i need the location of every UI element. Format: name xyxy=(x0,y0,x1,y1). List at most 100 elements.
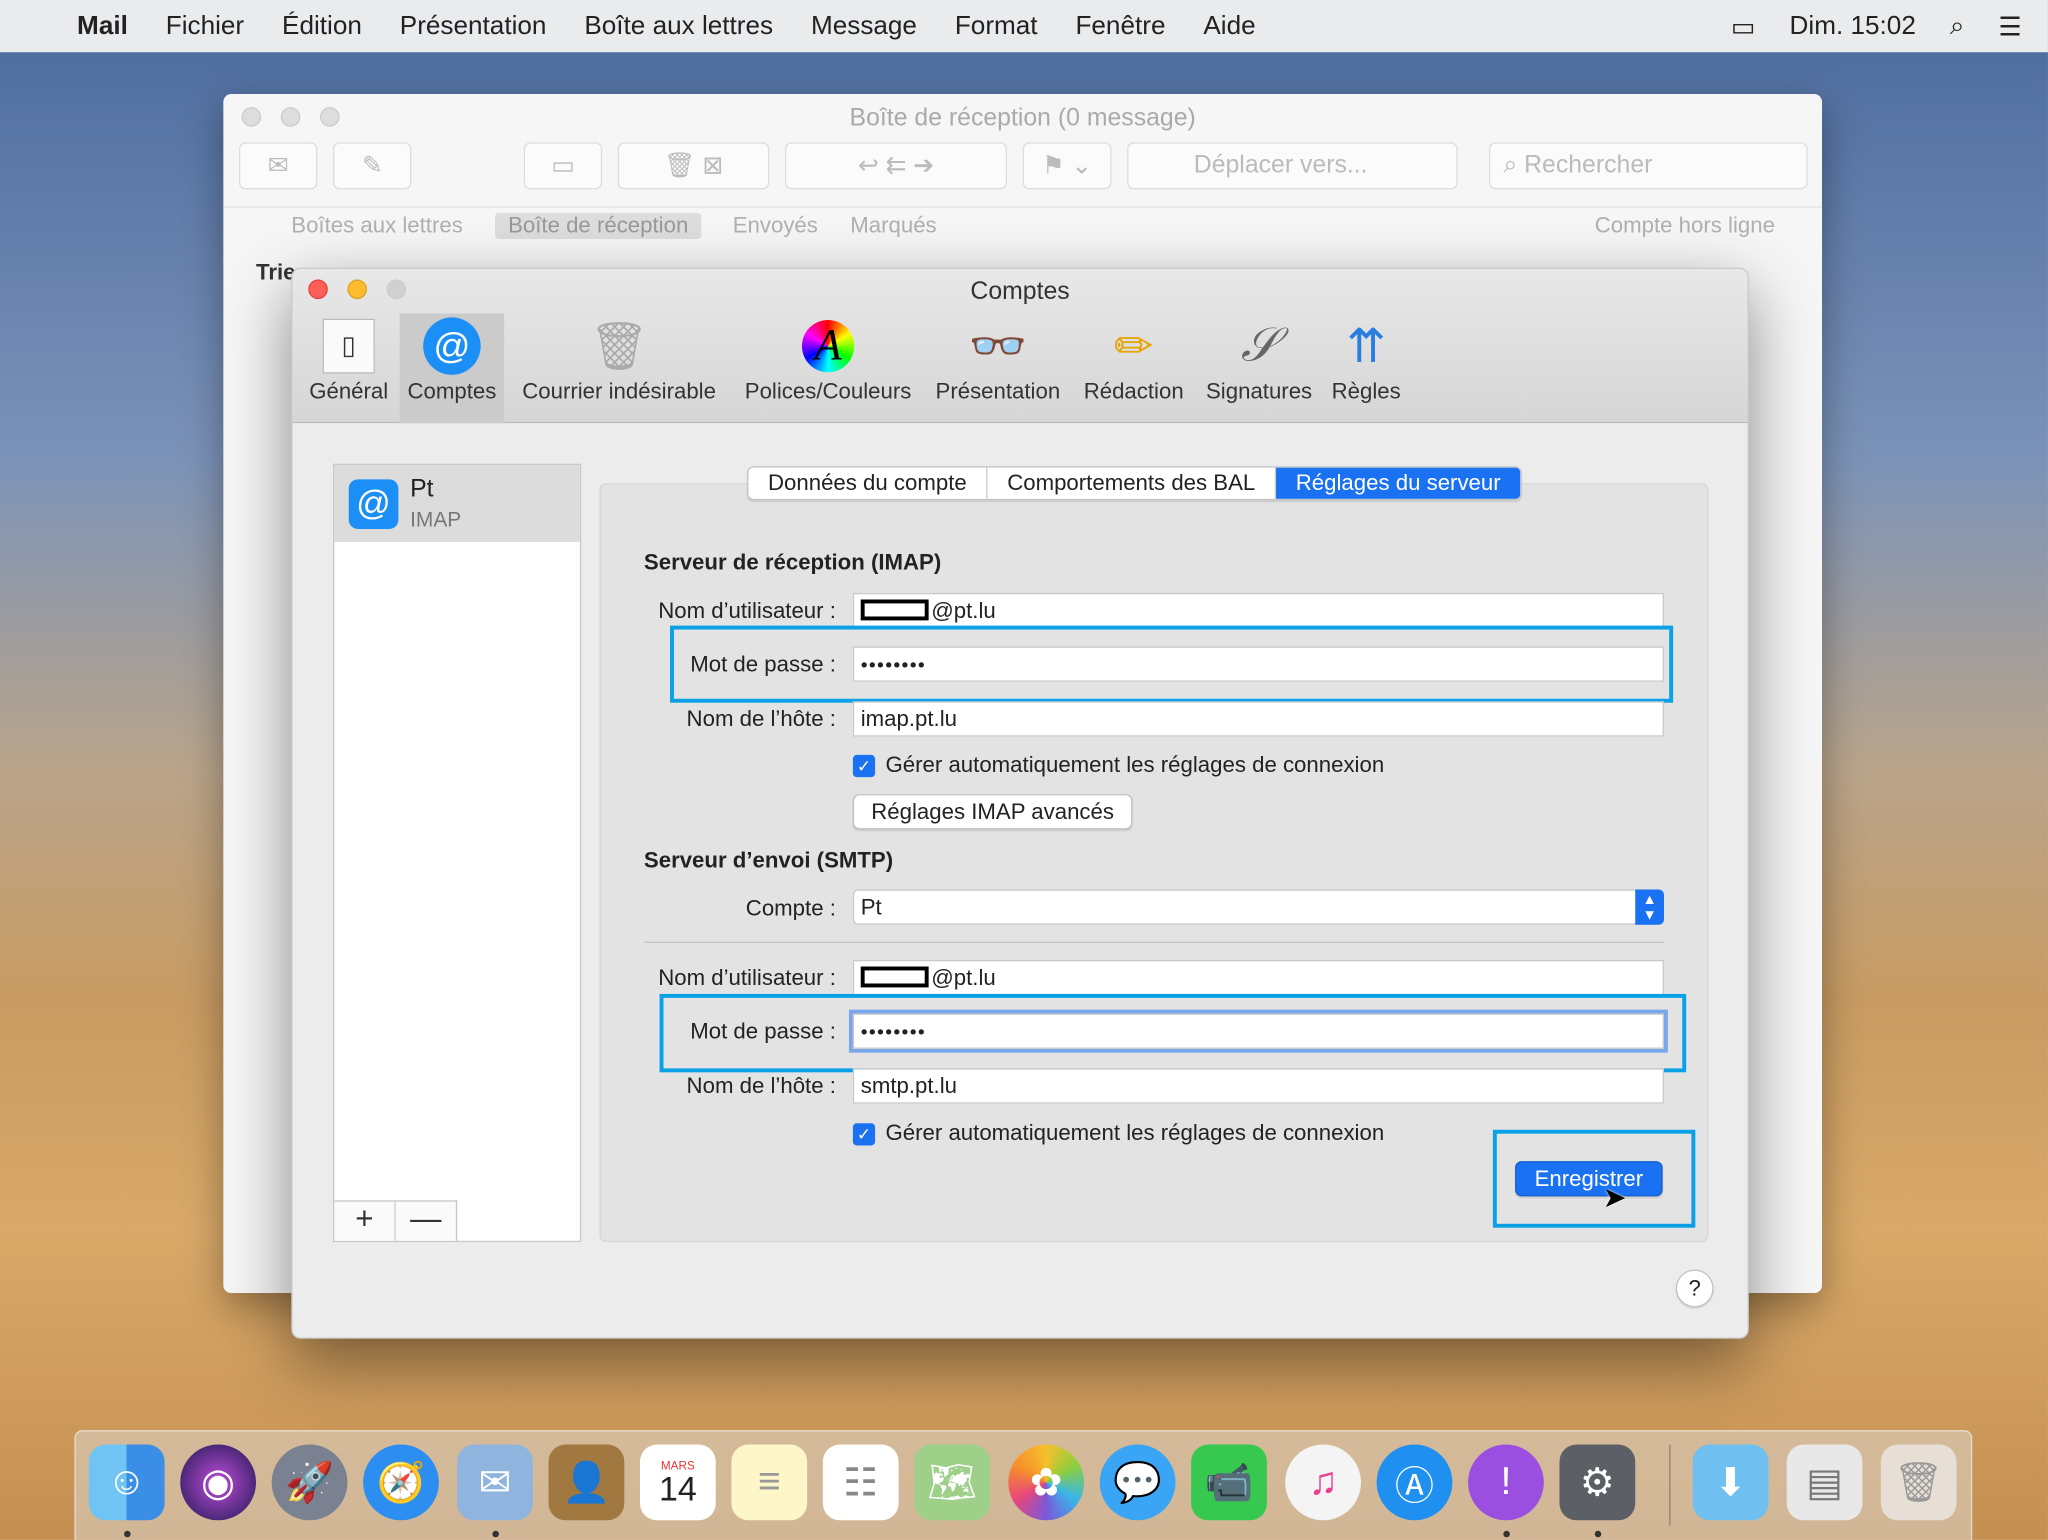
smtp-heading: Serveur d’envoi (SMTP) xyxy=(643,847,894,873)
dock-photos[interactable]: ✿ xyxy=(1008,1444,1085,1521)
accounts-preferences-window: Comptes ▯ Général @ Comptes 🗑 Courrier indé… xyxy=(291,267,1749,1339)
smtp-host-field[interactable]: smtp.pt.lu xyxy=(852,1068,1664,1104)
tab-presentation[interactable]: 👓 Présentation xyxy=(929,313,1067,423)
imap-user-label: Nom d’utilisateur : xyxy=(658,598,836,624)
menu-mail[interactable]: Mail xyxy=(77,11,128,41)
help-button[interactable]: ? xyxy=(1675,1269,1714,1308)
fav-mailboxes[interactable]: Boîtes aux lettres xyxy=(291,213,463,239)
fav-sent[interactable]: Envoyés xyxy=(733,213,818,239)
move-to-button[interactable]: Déplacer vers... xyxy=(1127,142,1458,190)
pencil-icon: ✏ xyxy=(1113,318,1154,373)
dock-maps[interactable]: 🗺 xyxy=(914,1444,991,1521)
imap-username-field[interactable]: @pt.lu xyxy=(852,592,1664,629)
account-offline-status[interactable]: Compte hors ligne xyxy=(1595,213,1775,239)
dock-reminders[interactable]: ☷ xyxy=(822,1444,899,1521)
move-to-label: Déplacer vers... xyxy=(1193,151,1368,179)
fav-inbox[interactable]: Boîte de réception xyxy=(495,212,702,240)
sort-label[interactable]: Trie xyxy=(256,260,296,286)
archive-button[interactable]: ▭ xyxy=(523,142,603,190)
mouse-cursor-icon: ➤ xyxy=(1602,1180,1627,1214)
fav-flagged[interactable]: Marqués xyxy=(850,213,936,239)
running-indicator xyxy=(1594,1530,1602,1538)
dock-preview-window[interactable]: ▤ xyxy=(1786,1444,1863,1521)
running-indicator xyxy=(1503,1530,1510,1538)
menu-fichier[interactable]: Fichier xyxy=(166,11,244,41)
imap-auto-checkbox[interactable]: ✓ xyxy=(852,754,876,778)
dock-launchpad[interactable]: 🚀 xyxy=(271,1444,348,1521)
tab-comportements-des-bal[interactable]: Comportements des BAL xyxy=(988,467,1277,499)
imap-password-field[interactable]: •••••••• xyxy=(852,646,1664,682)
imap-advanced-button[interactable]: Réglages IMAP avancés xyxy=(852,794,1133,830)
remove-account-button[interactable]: — xyxy=(395,1200,458,1241)
clock[interactable]: Dim. 15:02 xyxy=(1790,11,1916,41)
tab-reglages-du-serveur[interactable]: Réglages du serveur xyxy=(1276,467,1521,499)
tab-redaction[interactable]: ✏ Rédaction xyxy=(1076,313,1191,423)
junk-icon: 🗑 xyxy=(589,318,649,373)
smtp-auto-checkbox[interactable]: ✓ xyxy=(852,1123,876,1146)
add-account-button[interactable]: + xyxy=(334,1200,396,1241)
smtp-username-field[interactable]: @pt.lu xyxy=(852,959,1664,996)
smtp-account-select[interactable]: Pt ▲ ▼ xyxy=(852,889,1664,925)
dock-downloads[interactable]: ⬇ xyxy=(1692,1444,1769,1521)
tab-donnees-du-compte[interactable]: Données du compte xyxy=(748,467,988,499)
tab-comptes[interactable]: @ Comptes xyxy=(399,313,505,424)
menu-fenetre[interactable]: Fenêtre xyxy=(1075,11,1165,41)
tab-signatures[interactable]: 𝒮 Signatures xyxy=(1199,313,1319,423)
notification-center-icon[interactable]: ☰ xyxy=(1998,10,2021,43)
flag-button[interactable]: ⚑ ⌄ xyxy=(1022,142,1112,190)
search-input[interactable]: ⌕ Rechercher xyxy=(1488,142,1808,190)
search-placeholder: Rechercher xyxy=(1524,151,1653,179)
download-folder-icon: ⬇ xyxy=(1714,1460,1747,1504)
dock-safari[interactable]: 🧭 xyxy=(363,1444,439,1521)
reply-forward-buttons[interactable]: ↩ ⇇ ➔ xyxy=(784,142,1008,190)
gear-icon: ⚙ xyxy=(1579,1460,1615,1504)
menu-presentation[interactable]: Présentation xyxy=(400,11,547,41)
smtp-account-label: Compte : xyxy=(745,895,836,921)
menu-boite-aux-lettres[interactable]: Boîte aux lettres xyxy=(584,11,773,41)
account-item-pt[interactable]: @ Pt IMAP xyxy=(334,464,580,543)
dock-siri[interactable]: ◉ xyxy=(180,1444,256,1521)
get-mail-button[interactable]: ✉ xyxy=(239,142,318,190)
glasses-icon: 👓 xyxy=(968,318,1028,373)
dock-finder[interactable]: ☺ xyxy=(88,1444,165,1521)
dock-trash[interactable]: 🗑 xyxy=(1880,1444,1957,1521)
imap-host-field[interactable]: imap.pt.lu xyxy=(852,701,1664,737)
dock-calendar[interactable]: MARS 14 xyxy=(639,1444,716,1521)
chevron-updown-icon: ▲ ▼ xyxy=(1635,889,1664,925)
menu-format[interactable]: Format xyxy=(955,11,1038,41)
dock-messages[interactable]: 💬 xyxy=(1099,1444,1176,1521)
delete-junk-buttons[interactable]: 🗑 ⊠ xyxy=(617,142,770,190)
menu-aide[interactable]: Aide xyxy=(1203,11,1255,41)
airplay-display-icon[interactable]: ▭ xyxy=(1731,10,1756,43)
rocket-icon: 🚀 xyxy=(285,1460,334,1504)
search-icon: ⌕ xyxy=(1503,151,1525,179)
smtp-password-label: Mot de passe : xyxy=(690,1018,836,1044)
dock-system-preferences[interactable]: ⚙ xyxy=(1559,1444,1636,1521)
save-button[interactable]: Enregistrer xyxy=(1515,1161,1663,1197)
dock-mail[interactable]: ✉ xyxy=(457,1444,533,1521)
switch-icon: ▯ xyxy=(306,313,392,378)
compose-button[interactable]: ✎ xyxy=(333,142,412,190)
tab-regles[interactable]: ⇈ Règles xyxy=(1324,313,1408,423)
at-icon: @ xyxy=(348,479,399,529)
imap-heading: Serveur de réception (IMAP) xyxy=(643,549,942,575)
smtp-password-field[interactable]: •••••••• xyxy=(852,1013,1664,1049)
dock-contacts[interactable]: 👤 xyxy=(548,1444,625,1521)
dock-itunes[interactable]: ♫ xyxy=(1285,1444,1361,1521)
running-indicator xyxy=(124,1530,131,1538)
tab-polices-couleurs[interactable]: A Polices/Couleurs xyxy=(737,313,920,423)
tab-courrier-indesirable[interactable]: 🗑 Courrier indésirable xyxy=(515,313,724,423)
dock-notes[interactable]: ≡ xyxy=(731,1444,808,1521)
video-camera-icon: 📹 xyxy=(1204,1460,1254,1504)
spotlight-icon[interactable]: ⌕ xyxy=(1950,11,1965,41)
menu-edition[interactable]: Édition xyxy=(282,11,362,41)
signature-icon: 𝒮 xyxy=(1240,318,1278,373)
tab-general[interactable]: ▯ Général xyxy=(306,313,392,423)
dock-facetime[interactable]: 📹 xyxy=(1191,1444,1267,1521)
menu-message[interactable]: Message xyxy=(811,11,917,41)
account-type: IMAP xyxy=(410,509,462,532)
dock-feedback-assistant[interactable]: ! xyxy=(1468,1444,1544,1521)
account-tabs: Données du compte Comportements des BAL … xyxy=(747,466,1522,501)
dock-app-store[interactable]: Ⓐ xyxy=(1376,1444,1453,1521)
rules-icon: ⇈ xyxy=(1346,318,1386,373)
